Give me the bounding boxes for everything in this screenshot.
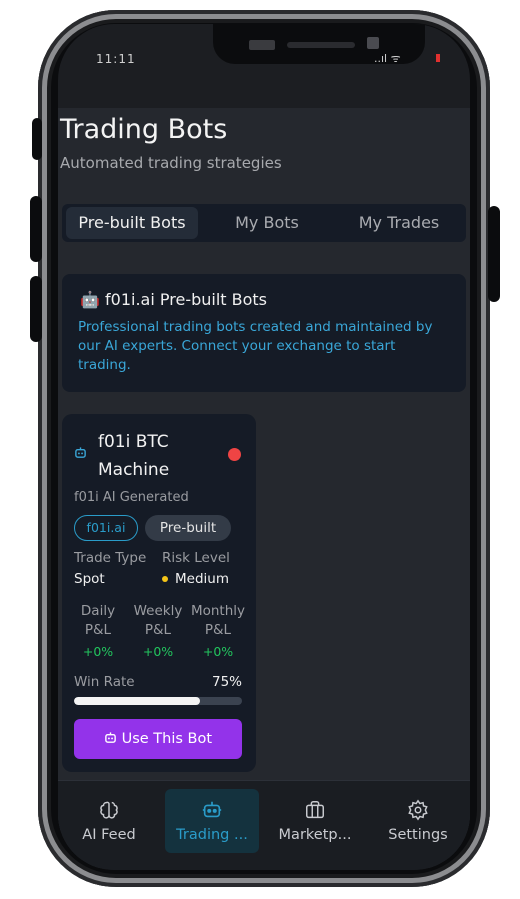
- trade-type-value: Spot: [74, 571, 105, 587]
- robot-icon: [104, 731, 117, 747]
- bot-name: f01i BTC Machine: [98, 432, 170, 480]
- robot-icon: 🤖: [80, 290, 100, 309]
- status-indicator: [228, 448, 241, 461]
- risk-dot: [162, 576, 168, 582]
- win-rate-label: Win Rate: [74, 674, 135, 690]
- page-title: Trading Bots: [60, 114, 228, 145]
- tab-pre-built-bots[interactable]: Pre-built Bots: [66, 207, 198, 239]
- weekly-pnl: Weekly P&L +0%: [133, 603, 183, 659]
- bot-generated-by: f01i AI Generated: [74, 490, 189, 505]
- win-rate-value: 75%: [212, 674, 243, 690]
- robot-icon: [74, 446, 87, 463]
- info-box-heading: 🤖 f01i.ai Pre-built Bots: [80, 290, 267, 309]
- screen: 11:11 ..ıl ᯤ Trading Bots Automated trad…: [58, 24, 470, 870]
- battery-icon: [436, 54, 440, 62]
- speaker-grille: [287, 42, 355, 48]
- bot-card[interactable]: f01i BTC Machine f01i AI Generated f01i.…: [62, 414, 256, 772]
- briefcase-icon: [268, 799, 362, 823]
- nav-marketplace[interactable]: Marketp...: [268, 789, 362, 853]
- tag-f01i: f01i.ai: [74, 515, 138, 541]
- bottom-nav: AI Feed Trading ... Marketp... Settings: [58, 780, 470, 870]
- page-subtitle: Automated trading strategies: [60, 154, 282, 172]
- nav-trading-bots[interactable]: Trading ...: [165, 789, 259, 853]
- win-rate-bar: [74, 697, 242, 705]
- volume-down-button: [30, 276, 42, 342]
- volume-up-button: [30, 196, 42, 262]
- status-time: 11:11: [96, 52, 136, 66]
- risk-level-value: Medium: [162, 571, 229, 587]
- brain-icon: [62, 799, 156, 823]
- tab-my-trades[interactable]: My Trades: [334, 204, 464, 242]
- nav-settings[interactable]: Settings: [371, 789, 465, 853]
- signal-wifi-icon: ..ıl ᯤ: [374, 52, 401, 65]
- gear-icon: [371, 799, 465, 823]
- camera-icon: [367, 37, 379, 49]
- power-button: [488, 206, 500, 302]
- info-box-description: Professional trading bots created and ma…: [78, 319, 433, 373]
- mute-switch: [32, 118, 42, 160]
- info-box: 🤖 f01i.ai Pre-built Bots Professional tr…: [62, 274, 466, 392]
- sensor-icon: [249, 40, 275, 50]
- robot-icon: [165, 799, 259, 823]
- nav-ai-feed[interactable]: AI Feed: [62, 789, 156, 853]
- use-bot-button[interactable]: Use This Bot: [74, 719, 242, 759]
- tab-my-bots[interactable]: My Bots: [202, 204, 332, 242]
- tab-bar: Pre-built Bots My Bots My Trades: [62, 204, 466, 242]
- monthly-pnl: Monthly P&L +0%: [190, 603, 246, 659]
- trade-type-label: Trade Type: [74, 550, 147, 566]
- daily-pnl: Daily P&L +0%: [80, 603, 116, 659]
- info-box-title: f01i.ai Pre-built Bots: [105, 290, 268, 309]
- tag-pre-built: Pre-built: [145, 515, 231, 541]
- win-rate-fill: [74, 697, 200, 705]
- risk-level-label: Risk Level: [162, 550, 230, 566]
